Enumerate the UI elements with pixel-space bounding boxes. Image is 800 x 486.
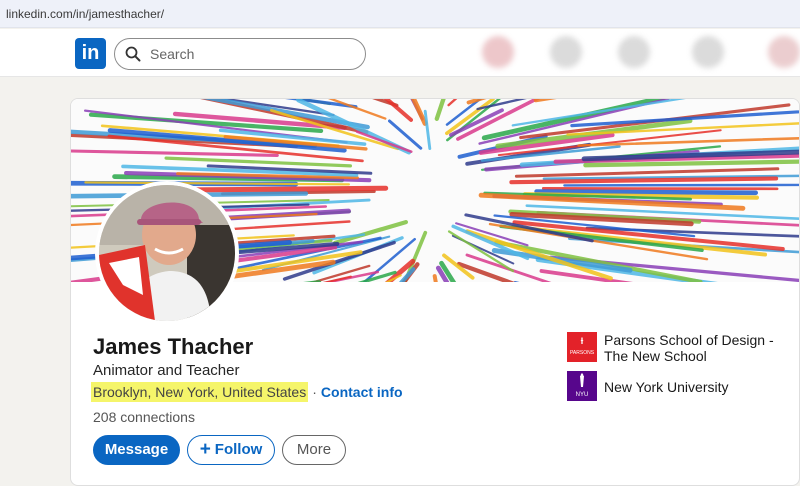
- banner-stroke: [164, 156, 352, 168]
- nav-network-icon[interactable]: [550, 36, 582, 68]
- location-line: Brooklyn, New York, United States · Contac…: [91, 382, 403, 406]
- banner-stroke: [563, 183, 799, 187]
- follow-label: Follow: [214, 441, 263, 458]
- profile-card: James Thacher Animator and Teacher Brook…: [70, 98, 800, 486]
- nav-jobs-icon[interactable]: [618, 36, 650, 68]
- banner-stroke: [577, 136, 799, 147]
- browser-url-bar[interactable]: linkedin.com/in/jamesthacher/: [0, 0, 800, 28]
- linkedin-logo-icon[interactable]: in: [75, 38, 106, 69]
- banner-stroke: [383, 99, 413, 122]
- connections-count[interactable]: 208 connections: [93, 409, 195, 425]
- banner-stroke: [423, 109, 432, 151]
- banner-stroke: [434, 99, 446, 121]
- url-text[interactable]: linkedin.com/in/jamesthacher/: [6, 7, 164, 21]
- nav-home-icon[interactable]: [482, 36, 514, 68]
- nav-messaging-icon[interactable]: [692, 36, 724, 68]
- plus-icon: +: [199, 439, 211, 460]
- education-name: Parsons School of Design - The New Schoo…: [604, 332, 774, 364]
- top-navigation: in: [0, 29, 800, 77]
- banner-stroke: [534, 189, 759, 196]
- parsons-logo-icon: ƚ PARSONS: [567, 332, 597, 362]
- search-input[interactable]: [150, 45, 350, 63]
- banner-stroke: [514, 167, 780, 178]
- search-icon: [125, 46, 141, 62]
- avatar-photo: [99, 185, 235, 321]
- education-name: New York University: [604, 379, 729, 395]
- separator-dot: ·: [312, 384, 317, 400]
- nav-notifications-icon[interactable]: [768, 36, 800, 68]
- nyu-logo-text: NYU: [576, 392, 589, 398]
- nav-icons-blurred: [470, 34, 800, 72]
- contact-info-link[interactable]: Contact info: [321, 384, 403, 400]
- profile-location: Brooklyn, New York, United States: [91, 382, 309, 402]
- message-button[interactable]: Message: [93, 435, 180, 465]
- profile-name: James Thacher: [93, 334, 254, 359]
- profile-avatar[interactable]: [95, 181, 239, 325]
- more-button[interactable]: More: [282, 435, 346, 465]
- search-box[interactable]: [114, 38, 366, 70]
- follow-button[interactable]: + Follow: [187, 435, 275, 465]
- parsons-logo-text: PARSONS: [570, 350, 595, 356]
- nyu-torch-icon: NYU: [567, 371, 597, 401]
- profile-headline: Animator and Teacher: [93, 362, 240, 379]
